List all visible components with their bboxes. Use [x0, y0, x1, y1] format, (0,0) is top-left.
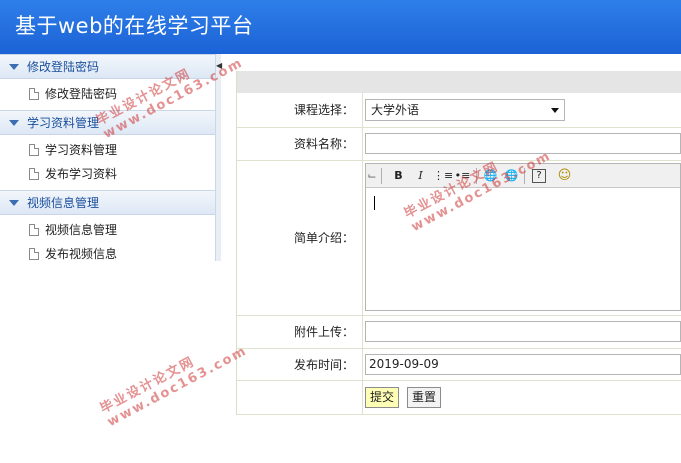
chevron-down-icon	[9, 120, 19, 126]
bold-icon[interactable]: B	[390, 168, 407, 184]
sidebar-group-label: 修改登陆密码	[27, 60, 100, 74]
form-row-publish-time: 发布时间： 2019-09-09	[237, 348, 681, 381]
form-cell: 2019-09-09	[362, 348, 681, 381]
sidebar-group-label: 学习资料管理	[27, 116, 100, 130]
sidebar-group-items: 视频信息管理 发布视频信息	[0, 215, 215, 270]
toolbar-separator	[381, 167, 382, 184]
toolbar-separator	[476, 167, 477, 184]
publish-time-input[interactable]: 2019-09-09	[365, 353, 681, 375]
form-header-bar	[237, 71, 681, 93]
chevron-down-icon	[9, 200, 19, 206]
sidebar-item-videos-publish[interactable]: 发布视频信息	[0, 242, 215, 266]
material-name-input[interactable]	[365, 133, 681, 154]
form-cell: ⌙ B I ⋮≡ •≡ 🌐 🌐 ? ☺	[362, 160, 681, 316]
form-cell: 大学外语	[362, 93, 681, 128]
publish-time-label: 发布时间：	[237, 348, 363, 381]
attachment-input[interactable]	[365, 321, 681, 342]
course-label: 课程选择：	[237, 93, 363, 128]
document-icon	[29, 144, 39, 156]
intro-label: 简单介绍：	[237, 160, 363, 316]
form-cell	[362, 127, 681, 161]
collapse-sidebar-icon[interactable]: ◀	[216, 60, 222, 72]
form-cell: 提交 重置	[362, 380, 681, 415]
chevron-down-icon	[9, 64, 19, 70]
form-row-name: 资料名称：	[237, 127, 681, 161]
watermark-line: www.doc163.com	[104, 343, 251, 431]
sidebar-item-label: 发布视频信息	[45, 247, 118, 261]
form-row-course: 课程选择： 大学外语	[237, 93, 681, 128]
italic-icon[interactable]: I	[412, 168, 429, 184]
sidebar-group-videos[interactable]: 视频信息管理	[0, 190, 215, 215]
form-cell	[362, 315, 681, 349]
document-icon	[29, 168, 39, 180]
sidebar-splitter[interactable]	[216, 54, 221, 261]
editor-toolbar: ⌙ B I ⋮≡ •≡ 🌐 🌐 ? ☺	[366, 163, 680, 188]
sidebar-group-items: 学习资料管理 发布学习资料	[0, 135, 215, 190]
sidebar-item-materials-manage[interactable]: 学习资料管理	[0, 138, 215, 162]
document-icon	[29, 88, 39, 100]
ordered-list-icon[interactable]: ⋮≡	[433, 168, 453, 184]
app-title: 基于web的在线学习平台	[15, 14, 254, 38]
dropdown-arrow-icon	[551, 107, 559, 113]
watermark-line: 毕业设计论文网	[97, 354, 198, 417]
form-row-actions: 提交 重置	[237, 380, 681, 415]
attachment-label: 附件上传：	[237, 315, 363, 349]
sidebar-item-label: 视频信息管理	[45, 223, 118, 237]
reset-button[interactable]: 重置	[407, 386, 442, 408]
sidebar-item-label: 学习资料管理	[45, 143, 118, 157]
course-select[interactable]: 大学外语	[365, 98, 565, 121]
sidebar-item-label: 修改登陆密码	[45, 87, 118, 101]
sidebar-item-label: 发布学习资料	[45, 167, 118, 181]
form-row-intro: 简单介绍： ⌙ B I ⋮≡ •≡ 🌐 🌐 ? ☺	[237, 160, 681, 316]
watermark: 毕业设计论文网 www.doc163.com	[96, 327, 250, 430]
sidebar-item-materials-publish[interactable]: 发布学习资料	[0, 162, 215, 186]
course-select-value: 大学外语	[371, 102, 420, 117]
unordered-list-icon[interactable]: •≡	[454, 168, 471, 184]
sidebar-group-password[interactable]: 修改登陆密码	[0, 54, 215, 79]
app-header: 基于web的在线学习平台	[0, 0, 681, 54]
text-mode-icon[interactable]: ⌙	[367, 168, 377, 184]
intro-rich-editor[interactable]: ⌙ B I ⋮≡ •≡ 🌐 🌐 ? ☺	[365, 162, 681, 311]
sidebar-group-materials[interactable]: 学习资料管理	[0, 110, 215, 135]
sidebar-group-label: 视频信息管理	[27, 196, 100, 210]
submit-button[interactable]: 提交	[365, 386, 400, 408]
sidebar-group-items: 修改登陆密码	[0, 79, 215, 110]
sidebar-item-change-password[interactable]: 修改登陆密码	[0, 82, 215, 106]
link-icon[interactable]: 🌐	[482, 168, 499, 184]
material-name-label: 资料名称：	[237, 127, 363, 161]
form-row-attachment: 附件上传：	[237, 315, 681, 349]
smiley-icon[interactable]: ☺	[556, 168, 573, 184]
publish-material-form: 课程选择： 大学外语 资料名称： 简单介绍： ⌙ B I ⋮≡ •≡ 🌐 🌐 ?…	[236, 71, 681, 415]
sidebar: 修改登陆密码 修改登陆密码 学习资料管理 学习资料管理 发布学习资料 视频信息管…	[0, 54, 216, 261]
document-icon	[29, 224, 39, 236]
help-icon[interactable]: ?	[532, 168, 546, 183]
document-icon	[29, 248, 39, 260]
sidebar-item-videos-manage[interactable]: 视频信息管理	[0, 218, 215, 242]
toolbar-separator	[524, 167, 525, 184]
form-cell	[237, 380, 363, 415]
unlink-icon[interactable]: 🌐	[503, 168, 520, 184]
text-cursor	[374, 195, 375, 210]
form-table: 课程选择： 大学外语 资料名称： 简单介绍： ⌙ B I ⋮≡ •≡ 🌐 🌐 ?…	[237, 93, 681, 415]
